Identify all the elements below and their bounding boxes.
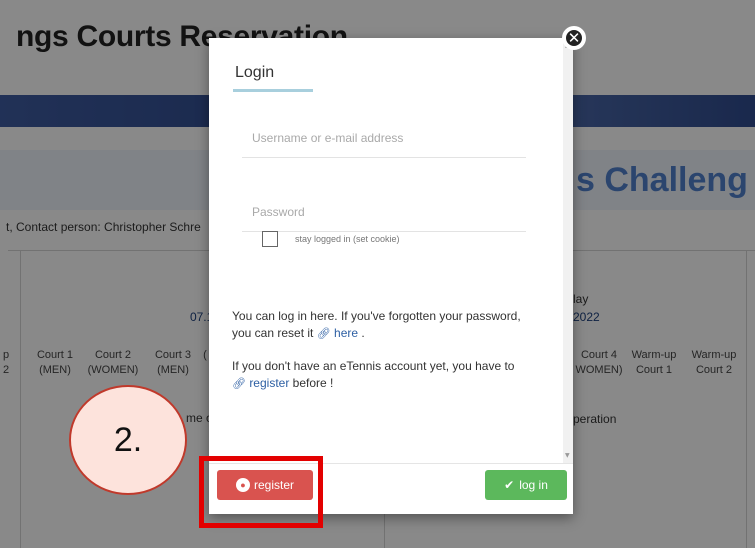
modal-title: Login — [235, 64, 275, 81]
stay-logged-in-label: stay logged in (set cookie) — [295, 234, 400, 244]
password-reset-info: You can log in here. If you've forgotten… — [232, 309, 521, 340]
step-number-annotation: 2. — [69, 385, 187, 495]
reset-password-link[interactable]: here — [334, 326, 358, 340]
login-button[interactable]: ✔ log in — [485, 470, 567, 500]
stay-logged-in-checkbox[interactable] — [262, 231, 278, 247]
close-icon[interactable]: ✕ — [562, 26, 586, 50]
modal-scrollbar[interactable]: ▲ ▼ — [563, 38, 573, 463]
scroll-down-icon[interactable]: ▼ — [565, 452, 570, 459]
password-input[interactable] — [242, 192, 526, 232]
link-icon: 🔗︎ — [232, 378, 246, 390]
login-modal: Login stay logged in (set cookie) You ca… — [209, 38, 573, 514]
checkmark-icon: ✔ — [504, 478, 515, 492]
link-icon: 🔗︎ — [316, 328, 331, 340]
title-underline — [233, 89, 313, 92]
username-input[interactable] — [242, 118, 526, 158]
highlight-box — [199, 456, 323, 528]
register-link[interactable]: register — [249, 376, 289, 390]
register-info: If you don't have an eTennis account yet… — [232, 359, 515, 390]
